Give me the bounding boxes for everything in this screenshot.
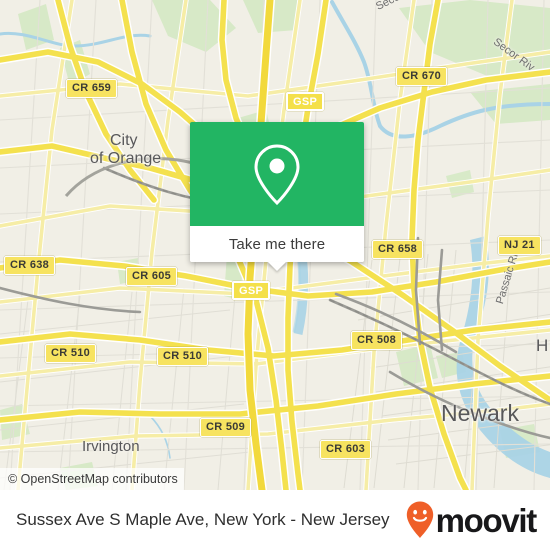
moovit-wordmark: moovit	[435, 501, 538, 539]
map-screenshot: City of Orange Newark Irvington Secor Se…	[0, 0, 550, 550]
shield-cr-603[interactable]: CR 603	[320, 440, 372, 459]
popup-card-pointer	[268, 262, 286, 271]
shield-gsp-south[interactable]: GSP	[232, 281, 271, 300]
osm-attribution[interactable]: © OpenStreetMap contributors	[0, 468, 184, 490]
place-label-city-of-orange-line1: City	[110, 132, 138, 149]
moovit-brand[interactable]: moovit	[405, 500, 538, 540]
shield-cr-510-west[interactable]: CR 510	[45, 344, 97, 363]
shield-cr-508[interactable]: CR 508	[351, 331, 403, 350]
take-me-there-label: Take me there	[228, 235, 326, 253]
location-caption: Sussex Ave S Maple Ave, New York - New J…	[16, 510, 390, 529]
shield-cr-659[interactable]: CR 659	[66, 79, 118, 98]
shield-cr-510-east[interactable]: CR 510	[157, 347, 209, 366]
osm-attribution-text: © OpenStreetMap contributors	[8, 472, 178, 486]
shield-nj-21[interactable]: NJ 21	[498, 236, 541, 255]
place-label-city-of-orange-line2: of Orange	[90, 150, 162, 167]
moovit-smiley-pin-icon	[406, 501, 433, 538]
map-pin-icon	[254, 144, 300, 206]
shield-cr-638[interactable]: CR 638	[4, 256, 56, 275]
map-canvas[interactable]: City of Orange Newark Irvington Secor Se…	[0, 0, 550, 490]
street-label-harrison-clipped: H	[536, 336, 549, 355]
popup-card-footer[interactable]: Take me there	[190, 226, 364, 262]
location-popup-card[interactable]: Take me there	[190, 122, 364, 271]
shield-gsp-north[interactable]: GSP	[286, 92, 325, 111]
place-label-irvington: Irvington	[82, 438, 140, 455]
shield-cr-605[interactable]: CR 605	[126, 267, 178, 286]
bottom-info-bar: Sussex Ave S Maple Ave, New York - New J…	[0, 490, 550, 550]
shield-cr-509[interactable]: CR 509	[200, 418, 252, 437]
place-label-newark: Newark	[441, 400, 519, 426]
shield-cr-658[interactable]: CR 658	[372, 240, 424, 259]
shield-cr-670[interactable]: CR 670	[396, 67, 448, 86]
popup-card-hero	[190, 122, 364, 226]
